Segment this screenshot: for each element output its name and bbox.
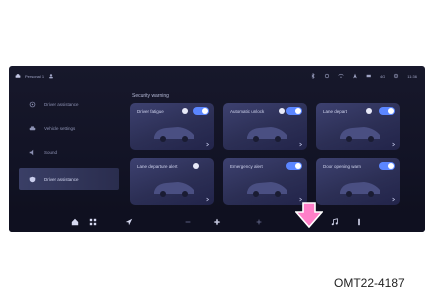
- car-icon: [29, 125, 36, 130]
- card-label: Lane departure alert: [137, 164, 178, 169]
- info-icon[interactable]: [366, 108, 372, 114]
- card-label: Driver fatigue: [137, 109, 164, 114]
- wifi-icon: [338, 73, 344, 78]
- toggle-switch[interactable]: [286, 107, 302, 115]
- apps-icon[interactable]: [89, 218, 97, 226]
- home-icon[interactable]: [71, 218, 79, 226]
- mute-icon: [324, 73, 330, 79]
- sidebar-item-label: Sound: [44, 149, 58, 155]
- card-emergency-alert[interactable]: Emergency alert: [223, 158, 307, 205]
- sidebar-item-driver-assistance[interactable]: Driver assistance: [19, 94, 119, 114]
- speaker-icon: [29, 149, 34, 155]
- chevron-right-icon: [299, 142, 303, 147]
- car-icon: [154, 127, 194, 142]
- card-label: Lane depart: [323, 109, 348, 114]
- card-label: Door opening warn: [323, 164, 362, 169]
- card-driver-fatigue[interactable]: Driver fatigue: [130, 103, 214, 150]
- car-icon: [247, 182, 287, 197]
- bluetooth-icon: [311, 73, 315, 79]
- card-lane-departure-alert[interactable]: Lane departure alert: [130, 158, 214, 205]
- toggle-switch[interactable]: [286, 162, 302, 170]
- car-icon: [340, 127, 380, 142]
- steering-icon: [29, 101, 36, 107]
- chevron-right-icon: [392, 142, 396, 147]
- section-title: Security warning: [132, 93, 169, 99]
- sidebar-item-sound[interactable]: Sound: [19, 142, 119, 162]
- temp-up-icon[interactable]: [255, 218, 263, 226]
- card-label: Emergency alert: [230, 164, 263, 169]
- sidebar-item-label: Vehicle settings: [44, 125, 76, 131]
- info-icon[interactable]: [193, 163, 199, 169]
- navigation-icon[interactable]: [125, 218, 133, 226]
- profile-name[interactable]: Personal 1: [25, 74, 44, 79]
- clock: 11:36: [407, 73, 417, 79]
- infotainment-screen: Personal 1 4G 11:36 Driver assistance Ve…: [9, 66, 425, 232]
- chevron-right-icon: [206, 197, 210, 202]
- car-icon: [154, 182, 194, 197]
- gps-icon: [353, 73, 357, 79]
- sidebar-item-label: Driver assistance: [44, 101, 79, 107]
- temp-down-icon[interactable]: [184, 218, 192, 226]
- user-icon[interactable]: [48, 73, 54, 79]
- car-icon: [15, 74, 21, 78]
- info-icon[interactable]: [182, 108, 188, 114]
- toggle-switch[interactable]: [379, 162, 395, 170]
- info-icon[interactable]: [279, 108, 285, 114]
- status-bar: Personal 1 4G 11:36: [9, 66, 425, 88]
- sidebar-item-label: Driver assistance: [44, 176, 79, 182]
- music-icon[interactable]: [331, 218, 339, 226]
- battery-icon: [366, 74, 371, 78]
- card-lane-depart[interactable]: Lane depart: [316, 103, 400, 150]
- card-door-opening-warn[interactable]: Door opening warn: [316, 158, 400, 205]
- figure-caption: OMT22-4187: [334, 276, 405, 290]
- toggle-switch[interactable]: [379, 107, 395, 115]
- settings-sidebar: Driver assistance Vehicle settings Sound…: [9, 88, 121, 212]
- chevron-right-icon: [206, 142, 210, 147]
- phone-icon[interactable]: [355, 218, 363, 226]
- fan-icon[interactable]: [213, 218, 221, 226]
- toggle-switch[interactable]: [193, 107, 209, 115]
- sidebar-item-vehicle-settings[interactable]: Vehicle settings: [19, 118, 119, 138]
- card-automatic-unlock[interactable]: Automatic unlock: [223, 103, 307, 150]
- chevron-right-icon: [392, 197, 396, 202]
- sidebar-item-driver-assistance-active[interactable]: Driver assistance: [19, 168, 119, 190]
- card-label: Automatic unlock: [230, 109, 265, 114]
- car-icon: [340, 182, 380, 197]
- pointer-arrow-icon: [295, 202, 323, 228]
- shield-icon: [29, 176, 36, 182]
- settings-icon[interactable]: [393, 73, 399, 79]
- car-icon: [247, 127, 287, 142]
- bottom-dock: [9, 212, 425, 232]
- signal-label: 4G: [379, 73, 386, 79]
